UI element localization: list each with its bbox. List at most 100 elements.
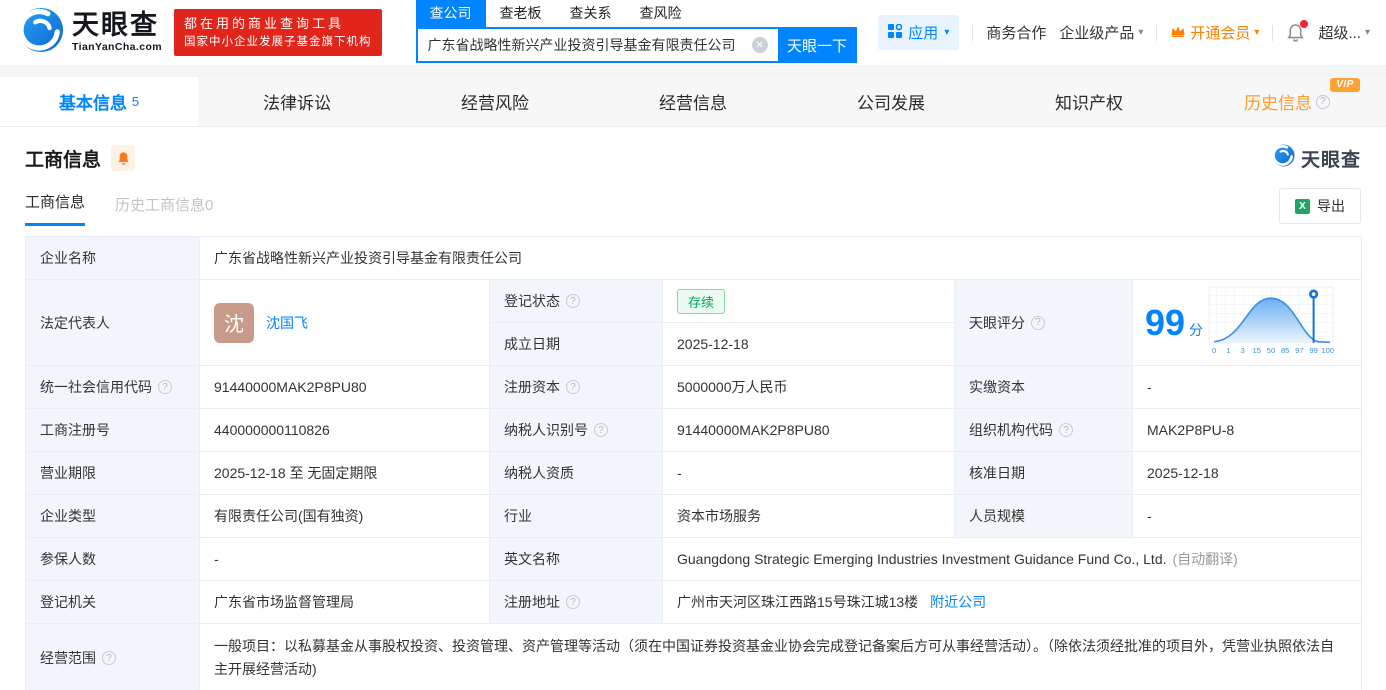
logo-domain: TianYanCha.com: [72, 41, 163, 54]
reg-status-label: 登记状态: [490, 280, 663, 323]
section-title: 工商信息: [25, 149, 102, 171]
help-icon[interactable]: [566, 595, 580, 609]
score-value[interactable]: 99 分 0 1 3 15 50 85 97 99 100: [1133, 280, 1362, 366]
header-divider-band: [0, 65, 1386, 77]
svg-text:50: 50: [1267, 346, 1275, 355]
establish-date-label: 成立日期: [490, 323, 663, 366]
notification-dot: [1300, 19, 1309, 28]
table-row: 工商注册号 440000000110826 纳税人识别号 91440000MAK…: [26, 409, 1362, 452]
taxpayer-quality-label: 纳税人资质: [490, 452, 663, 495]
reg-number-label: 工商注册号: [26, 409, 200, 452]
vip-badge: VIP: [1330, 78, 1360, 92]
chevron-down-icon: [1138, 27, 1143, 38]
table-row: 经营范围 一般项目：以私募基金从事股权投资、投资管理、资产管理等活动（须在中国证…: [26, 624, 1362, 690]
tab-operation-risk[interactable]: 经营风险: [396, 77, 594, 126]
help-icon[interactable]: [566, 294, 580, 308]
score-distribution-chart: 0 1 3 15 50 85 97 99 100: [1207, 286, 1335, 359]
help-icon[interactable]: [1031, 315, 1045, 330]
tab-label: 知识产权: [1055, 94, 1123, 113]
search-tab-risk[interactable]: 查风险: [640, 0, 682, 27]
table-row: 统一社会信用代码 91440000MAK2P8PU80 注册资本 5000000…: [26, 366, 1362, 409]
promo-line-1: 都在用的商业查询工具: [184, 15, 345, 31]
business-scope-value: 一般项目：以私募基金从事股权投资、投资管理、资产管理等活动（须在中国证券投资基金…: [200, 624, 1362, 690]
crown-icon: [1170, 24, 1186, 42]
score-label: 天眼评分: [955, 280, 1133, 366]
tab-label: 经营风险: [461, 94, 529, 113]
tab-basic-info[interactable]: 基本信息 5: [0, 77, 198, 126]
apps-label: 应用: [908, 25, 939, 42]
export-button[interactable]: 导出: [1279, 188, 1361, 224]
search-tab-boss[interactable]: 查老板: [500, 0, 542, 27]
staff-size-value: -: [1133, 495, 1362, 538]
tab-intellectual-property[interactable]: 知识产权: [990, 77, 1188, 126]
org-code-value: MAK2P8PU-8: [1133, 409, 1362, 452]
apps-menu[interactable]: 应用: [878, 15, 960, 50]
subtab-history-business-info[interactable]: 历史工商信息0: [115, 194, 213, 226]
legal-rep-avatar[interactable]: 沈: [214, 302, 254, 343]
watermark-logo-icon: [1272, 144, 1295, 172]
nav-enterprise[interactable]: 企业级产品: [1059, 22, 1143, 43]
subtab-business-info[interactable]: 工商信息: [25, 191, 86, 226]
promo-line-2: 国家中小企业发展子基金旗下机构: [184, 35, 372, 48]
taxpayer-id-value: 91440000MAK2P8PU80: [663, 409, 955, 452]
table-row: 企业名称 广东省战略性新兴产业投资引导基金有限责任公司: [26, 237, 1362, 280]
taxpayer-id-label: 纳税人识别号: [490, 409, 663, 452]
company-type-value: 有限责任公司(国有独资): [200, 495, 490, 538]
search-tab-relation[interactable]: 查关系: [570, 0, 612, 27]
tab-history-info[interactable]: VIP 历史信息: [1188, 77, 1386, 126]
top-nav: 应用 商务合作 企业级产品 开通会员: [878, 15, 1370, 50]
establish-date-value: 2025-12-18: [663, 323, 955, 366]
svg-text:100: 100: [1322, 346, 1335, 355]
tianyancha-logo[interactable]: 天眼查 TianYanCha.com: [18, 7, 162, 58]
reg-capital-label: 注册资本: [490, 366, 663, 409]
chevron-down-icon: [944, 27, 949, 38]
paid-capital-value: -: [1133, 366, 1362, 409]
help-icon[interactable]: [566, 380, 580, 394]
nav-open-vip[interactable]: 开通会员: [1170, 22, 1259, 43]
svg-text:85: 85: [1281, 346, 1289, 355]
business-info-table: 企业名称 广东省战略性新兴产业投资引导基金有限责任公司 法定代表人 沈 沈国飞 …: [25, 236, 1362, 690]
search-input[interactable]: [415, 27, 778, 63]
tab-business-info[interactable]: 经营信息: [594, 77, 792, 126]
reg-number-value: 440000000110826: [200, 409, 490, 452]
tab-legal[interactable]: 法律诉讼: [198, 77, 396, 126]
credit-code-label: 统一社会信用代码: [26, 366, 200, 409]
nav-cooperation[interactable]: 商务合作: [986, 22, 1046, 43]
approval-date-label: 核准日期: [955, 452, 1133, 495]
legal-rep-label: 法定代表人: [26, 280, 200, 366]
tianyancha-watermark: 天眼查: [1272, 144, 1361, 172]
nav-account[interactable]: 超级...: [1318, 22, 1370, 43]
tab-label: 历史信息: [1244, 94, 1312, 113]
search-button[interactable]: 天眼一下: [777, 27, 857, 63]
divider: [1272, 24, 1274, 41]
company-name-label: 企业名称: [26, 237, 200, 280]
auto-translate-note: (自动翻译): [1172, 551, 1238, 567]
taxpayer-quality-value: -: [663, 452, 955, 495]
help-icon[interactable]: [158, 380, 172, 394]
help-icon[interactable]: [102, 651, 116, 665]
nearby-companies-link[interactable]: 附近公司: [930, 592, 986, 612]
watermark-text: 天眼查: [1300, 149, 1361, 171]
clear-search-icon[interactable]: [751, 37, 768, 53]
score-unit: 分: [1189, 321, 1204, 338]
status-date-subgrid: 登记状态 存续 成立日期 2025-12-18: [490, 280, 955, 366]
tab-count: 5: [131, 94, 140, 109]
monitor-bell-icon[interactable]: [111, 145, 136, 171]
help-icon[interactable]: [1316, 94, 1330, 109]
insured-value: -: [200, 538, 490, 581]
staff-size-label: 人员规模: [955, 495, 1133, 538]
tab-label: 经营信息: [659, 94, 727, 113]
tianyancha-logo-icon: [18, 7, 64, 58]
help-icon[interactable]: [594, 423, 608, 437]
legal-rep-link[interactable]: 沈国飞: [266, 313, 308, 333]
help-icon[interactable]: [1059, 423, 1073, 437]
search-tab-company[interactable]: 查公司: [415, 0, 486, 27]
divider: [972, 24, 974, 41]
notification-bell[interactable]: [1286, 19, 1309, 43]
tab-company-development[interactable]: 公司发展: [792, 77, 990, 126]
business-term-value: 2025-12-18 至 无固定期限: [200, 452, 490, 495]
credit-code-value: 91440000MAK2P8PU80: [200, 366, 490, 409]
logo-text: 天眼查: [72, 10, 159, 41]
account-label: 超级...: [1318, 25, 1361, 42]
vip-label: 开通会员: [1190, 25, 1251, 42]
